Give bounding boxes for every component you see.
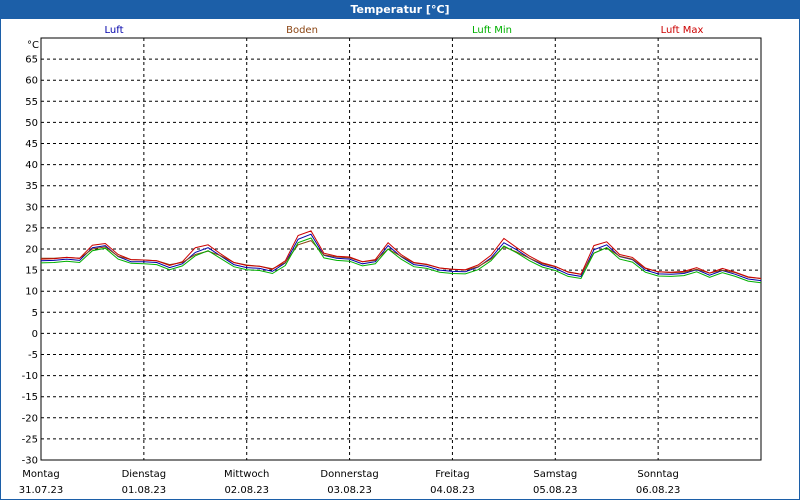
y-tick-label: 45 — [25, 139, 38, 150]
x-weekday-label: Freitag — [435, 469, 469, 480]
y-tick-label: -25 — [22, 434, 38, 445]
x-date-label: 04.08.23 — [430, 485, 475, 496]
y-tick-label: 40 — [25, 160, 38, 171]
y-tick-label: -30 — [22, 456, 38, 467]
x-weekday-label: Mittwoch — [224, 469, 269, 480]
x-date-label: 06.08.23 — [636, 485, 681, 496]
y-tick-label: -20 — [22, 413, 38, 424]
y-tick-label: 30 — [25, 202, 38, 213]
y-tick-label: 10 — [25, 287, 38, 298]
y-tick-label: -5 — [28, 350, 38, 361]
y-tick-label: 0 — [32, 329, 38, 340]
y-tick-label: 15 — [25, 266, 38, 277]
y-tick-label: 50 — [25, 118, 38, 129]
x-date-label: 05.08.23 — [533, 485, 578, 496]
y-tick-label: 35 — [25, 181, 38, 192]
x-weekday-label: Montag — [22, 469, 59, 480]
y-tick-label: -15 — [22, 392, 38, 403]
y-axis-unit: °C — [27, 40, 39, 51]
y-tick-label: -10 — [22, 371, 38, 382]
y-tick-label: 60 — [25, 76, 38, 87]
x-weekday-label: Sonntag — [637, 469, 679, 480]
x-date-label: 31.07.23 — [19, 485, 64, 496]
y-tick-label: 25 — [25, 223, 38, 234]
temperature-chart: 65605550454035302520151050-5-10-15-20-25… — [19, 37, 762, 496]
x-date-label: 02.08.23 — [224, 485, 269, 496]
y-tick-label: 5 — [32, 308, 38, 319]
x-date-label: 01.08.23 — [122, 485, 167, 496]
x-date-label: 03.08.23 — [327, 485, 372, 496]
x-weekday-label: Samstag — [533, 469, 577, 480]
y-tick-label: 20 — [25, 245, 38, 256]
y-tick-label: 55 — [25, 97, 38, 108]
y-tick-label: 65 — [25, 55, 38, 66]
x-weekday-label: Dienstag — [122, 469, 167, 480]
x-weekday-label: Donnerstag — [320, 469, 378, 480]
